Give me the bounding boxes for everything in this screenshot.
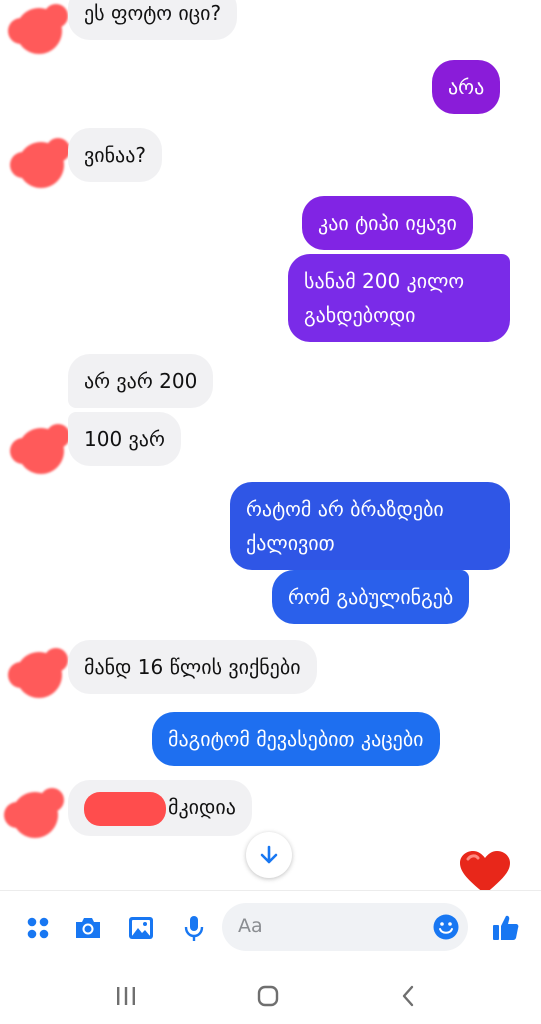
incoming-message[interactable]: მკიდია <box>68 780 252 836</box>
message-composer: Aa <box>0 890 541 967</box>
gallery-button[interactable] <box>125 912 157 944</box>
voice-button[interactable] <box>178 912 210 944</box>
arrow-down-icon <box>260 845 278 864</box>
contact-avatar-redacted <box>10 138 70 188</box>
outgoing-message[interactable]: რატომ არ ბრაზდები ქალივით <box>230 482 510 570</box>
incoming-message[interactable]: 100 ვარ <box>68 412 181 466</box>
apps-button[interactable] <box>22 912 54 944</box>
contact-avatar-redacted <box>8 648 68 698</box>
outgoing-message[interactable]: რომ გაბულინგებ <box>272 570 470 624</box>
outgoing-message[interactable]: სანამ 200 კილო გახდებოდი <box>288 254 510 342</box>
system-navigation-bar <box>0 966 541 1024</box>
contact-avatar-redacted <box>4 788 64 838</box>
message-input[interactable]: Aa <box>222 903 468 951</box>
thumbs-up-icon <box>493 915 519 940</box>
like-button[interactable] <box>490 912 522 944</box>
contact-avatar-redacted <box>8 4 68 54</box>
microphone-icon <box>184 916 204 941</box>
incoming-message[interactable]: ვინაა? <box>68 128 162 182</box>
emoji-icon[interactable] <box>432 913 460 945</box>
contact-avatar-redacted <box>10 424 70 474</box>
outgoing-message[interactable]: კაი ტიპი იყავი <box>302 196 473 250</box>
back-icon[interactable] <box>392 980 424 1012</box>
home-icon[interactable] <box>252 980 284 1012</box>
incoming-message[interactable]: არ ვარ 200 <box>68 354 214 408</box>
outgoing-message[interactable]: არა <box>432 60 501 114</box>
message-input-placeholder: Aa <box>238 915 263 937</box>
incoming-message[interactable]: მანდ 16 წლის ვიქნები <box>68 640 317 694</box>
camera-button[interactable] <box>72 912 104 944</box>
recent-apps-icon[interactable] <box>110 980 142 1012</box>
redaction-mark <box>84 791 166 826</box>
scroll-to-bottom-button[interactable] <box>246 832 292 878</box>
outgoing-message[interactable]: მაგიტომ მევასებით კაცები <box>152 712 440 766</box>
gallery-icon <box>129 917 153 939</box>
chat-thread: ეს ფოტო იცი? არა ვინაა? კაი ტიპი იყავი ს… <box>0 0 541 894</box>
camera-icon <box>76 918 100 938</box>
apps-grid-icon <box>27 917 49 939</box>
message-text: მკიდია <box>168 795 236 819</box>
incoming-message[interactable]: ეს ფოტო იცი? <box>68 0 238 40</box>
